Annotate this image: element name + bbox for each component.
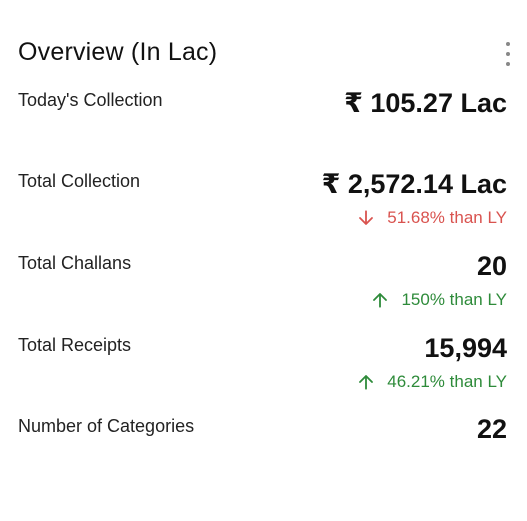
menu-dot bbox=[506, 42, 510, 46]
more-vertical-icon[interactable] bbox=[503, 42, 513, 66]
stat-label: Total Collection bbox=[18, 171, 141, 191]
arrow-up-icon bbox=[373, 293, 388, 308]
stat-value: ₹ 105.27 Lac bbox=[344, 88, 507, 118]
menu-dot bbox=[506, 62, 510, 66]
stat-change: 51.68% than LY bbox=[357, 208, 507, 228]
stat-change-text: 46.21% than LY bbox=[387, 372, 507, 391]
stat-change: 46.21% than LY bbox=[357, 372, 507, 392]
stat-label: Today's Collection bbox=[18, 90, 163, 110]
stat-value: ₹ 2,572.14 Lac bbox=[321, 169, 507, 199]
menu-dot bbox=[506, 52, 510, 56]
card-title: Overview (In Lac) bbox=[18, 38, 218, 66]
stat-value: 20 bbox=[476, 251, 507, 281]
overview-card: Overview (In Lac) Today's Collection ₹ 1… bbox=[0, 0, 527, 521]
arrow-down-icon bbox=[359, 210, 374, 225]
stat-value: 22 bbox=[476, 414, 507, 444]
arrow-up-icon bbox=[359, 375, 374, 390]
stat-label: Total Challans bbox=[18, 253, 132, 273]
stat-change-text: 51.68% than LY bbox=[387, 208, 507, 227]
stat-change: 150% than LY bbox=[371, 290, 507, 310]
stat-change-text: 150% than LY bbox=[401, 290, 507, 309]
stat-value: 15,994 bbox=[424, 333, 507, 363]
stat-label: Number of Categories bbox=[18, 416, 195, 436]
stat-label: Total Receipts bbox=[18, 335, 132, 355]
